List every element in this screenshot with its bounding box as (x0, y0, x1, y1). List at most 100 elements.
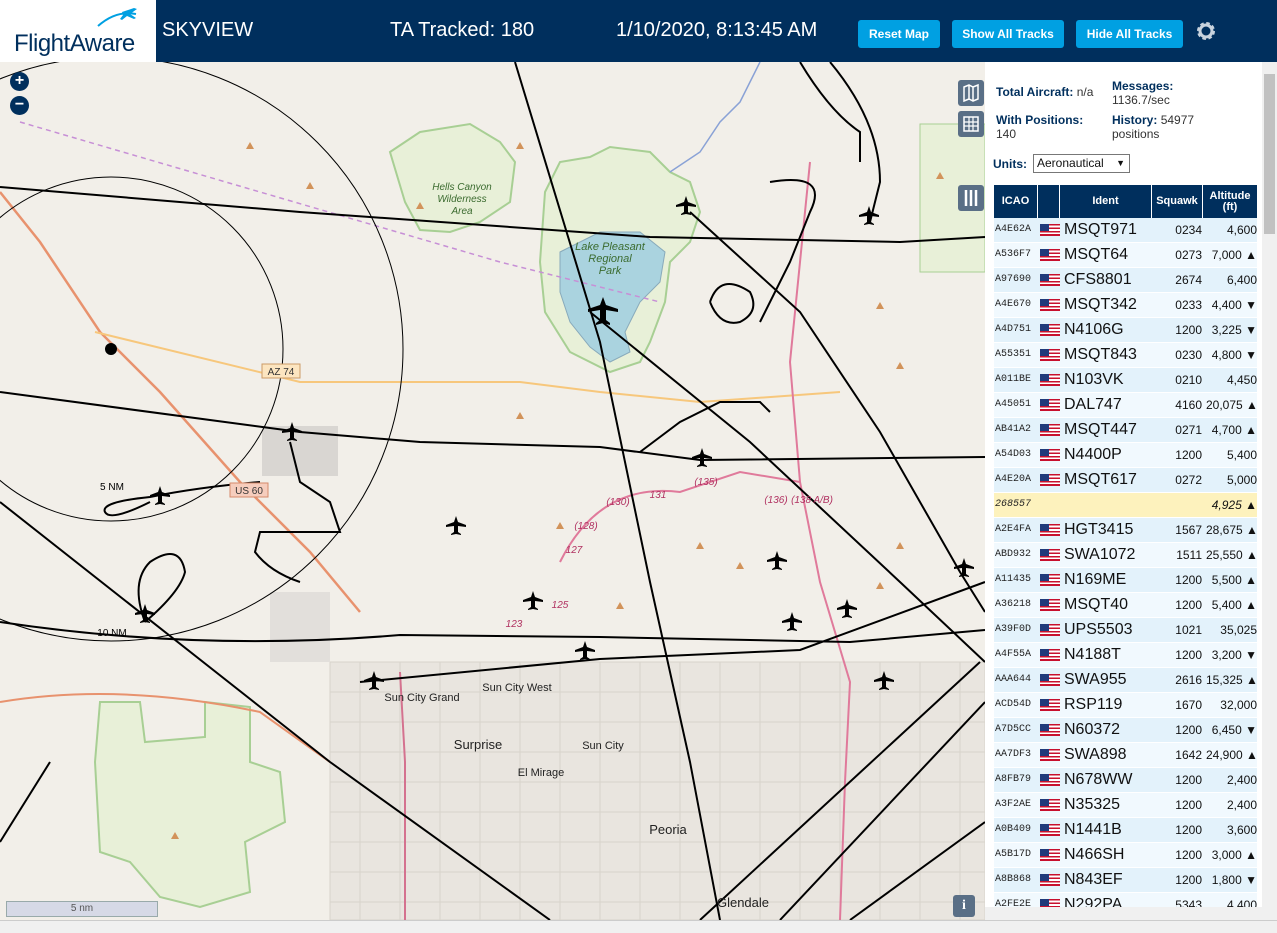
label-hells2: Wilderness (437, 194, 486, 205)
highway-130 (559, 470, 801, 563)
ident-cell (1064, 493, 1152, 517)
grid-icon[interactable] (958, 111, 984, 137)
label-suncitywest: Sun City West (482, 682, 552, 694)
squawk-cell: 2616 (1175, 673, 1202, 687)
table-row[interactable]: A45051 DAL747 4160 20,075 ▲ (994, 393, 1258, 418)
flag-cell (1040, 568, 1060, 592)
table-row[interactable]: A7D5CC N60372 1200 6,450 ▼ (994, 718, 1257, 743)
park-southwest (93, 700, 287, 909)
table-row[interactable]: AA7DF3 SWA898 1642 24,900 ▲ (994, 743, 1258, 768)
map-view[interactable]: Hells Canyon Wilderness Area Lake Pleasa… (0, 62, 985, 920)
table-row[interactable]: A0B409 N1441B 1200 3,600 (994, 818, 1257, 843)
table-row[interactable]: ACD54D RSP119 1670 32,000 (994, 693, 1257, 718)
table-row[interactable]: A8FB79 N678WW 1200 2,400 (994, 768, 1257, 793)
flightaware-logo[interactable]: FlightAware (0, 0, 156, 62)
squawk-cell: 2674 (1175, 273, 1202, 287)
hide-all-tracks-button[interactable]: Hide All Tracks (1076, 20, 1183, 48)
table-row[interactable]: A97690 CFS8801 2674 6,400 (994, 268, 1257, 293)
altitude-cell: 3,000 ▲ (1211, 848, 1257, 862)
scrollbar-thumb[interactable] (1264, 74, 1275, 234)
table-body: A4E62A MSQT971 0234 4,600 A536F7 MSQT64 0273 7,… (994, 218, 1258, 918)
history-value: 54977 (1160, 113, 1195, 127)
squawk-cell: 1200 (1175, 598, 1202, 612)
table-row[interactable]: A4E670 MSQT342 0233 4,400 ▼ (994, 293, 1257, 318)
squawk-cell: 1200 (1175, 723, 1202, 737)
label-us60: US 60 (235, 486, 263, 497)
table-row[interactable]: 268557 4,925 ▲ (994, 493, 1257, 518)
col-squawk[interactable]: Squawk (1152, 185, 1203, 218)
panel-horizontal-scrollbar[interactable] (985, 907, 1262, 920)
us-flag-icon (1040, 749, 1060, 761)
table-row[interactable]: A536F7 MSQT64 0273 7,000 ▲ (994, 243, 1257, 268)
gear-icon[interactable] (1194, 19, 1218, 43)
us-flag-icon (1040, 324, 1060, 336)
us-flag-icon (1040, 799, 1060, 811)
icao-cell: A4E62A (995, 224, 1032, 235)
squawk-cell: 1200 (1175, 798, 1202, 812)
col-altitude[interactable]: Altitude (ft) (1203, 185, 1257, 218)
table-row[interactable]: A011BE N103VK 0210 4,450 (994, 368, 1257, 393)
table-row[interactable]: AAA644 SWA955 2616 15,325 ▲ (994, 668, 1258, 693)
icao-cell: A97690 (995, 274, 1032, 285)
col-ident[interactable]: Ident (1060, 185, 1152, 218)
table-row[interactable]: A11435 N169ME 1200 5,500 ▲ (994, 568, 1257, 593)
label-az74: AZ 74 (268, 367, 295, 378)
tracked-count: TA Tracked: 180 (390, 19, 535, 41)
icao-cell: A55351 (995, 349, 1032, 360)
table-row[interactable]: A3F2AE N35325 1200 2,400 (994, 793, 1257, 818)
altitude-cell: 24,900 ▲ (1206, 748, 1258, 762)
columns-toggle-icon[interactable] (958, 185, 984, 211)
info-icon[interactable]: i (953, 895, 975, 917)
map-layers-icon[interactable] (958, 80, 984, 106)
altitude-cell: 4,450 (1226, 373, 1257, 387)
icao-cell: A11435 (995, 574, 1032, 585)
zoom-out-button[interactable]: − (10, 96, 29, 115)
altitude-cell: 25,550 ▲ (1206, 548, 1258, 562)
flag-cell (1040, 793, 1060, 817)
reset-map-button[interactable]: Reset Map (858, 20, 940, 48)
table-row[interactable]: A54D03 N4400P 1200 5,400 (994, 443, 1257, 468)
table-row[interactable]: A5B17D N466SH 1200 3,000 ▲ (994, 843, 1257, 868)
table-row[interactable]: A4F55A N4188T 1200 3,200 ▼ (994, 643, 1257, 668)
airplane-logo-icon (97, 8, 137, 27)
icao-cell: ACD54D (995, 699, 1032, 710)
altitude-cell: 32,000 (1220, 698, 1257, 712)
units-select[interactable]: Aeronautical ▼ (1033, 154, 1130, 173)
ident-cell: N843EF (1064, 871, 1123, 888)
show-all-tracks-button[interactable]: Show All Tracks (952, 20, 1064, 48)
icao-cell: A39F0D (995, 624, 1032, 635)
table-row[interactable]: A55351 MSQT843 0230 4,800 ▼ (994, 343, 1257, 368)
table-row[interactable]: A4E20A MSQT617 0272 5,000 (994, 468, 1257, 493)
flag-cell (1040, 543, 1060, 567)
table-row[interactable]: A8B868 N843EF 1200 1,800 ▼ (994, 868, 1257, 893)
altitude-cell: 5,500 ▲ (1211, 573, 1257, 587)
table-row[interactable]: A4E62A MSQT971 0234 4,600 (994, 218, 1257, 243)
altitude-cell: 3,600 (1226, 823, 1257, 837)
table-row[interactable]: A36218 MSQT40 1200 5,400 ▲ (994, 593, 1257, 618)
table-row[interactable]: AB41A2 MSQT447 0271 4,700 ▲ (994, 418, 1257, 443)
panel-scrollbar[interactable] (1262, 62, 1277, 920)
bottom-bar (0, 920, 1277, 933)
table-row[interactable]: A2E4FA HGT3415 1567 28,675 ▲ (994, 518, 1258, 543)
ident-cell: N60372 (1064, 721, 1121, 738)
chevron-down-icon: ▼ (1116, 158, 1125, 168)
us-flag-icon (1040, 224, 1060, 236)
us-flag-icon (1040, 574, 1060, 586)
ident-cell: N4106G (1064, 321, 1124, 338)
squawk-cell: 4160 (1175, 398, 1202, 412)
zoom-in-button[interactable]: + (10, 72, 29, 91)
with-positions-label: With Positions: (996, 113, 1084, 127)
col-icao[interactable]: ICAO (994, 185, 1038, 218)
range-ring-10nm (0, 62, 404, 642)
table-row[interactable]: A39F0D UPS5503 1021 35,025 (994, 618, 1257, 643)
altitude-cell: 4,600 (1226, 223, 1257, 237)
ident-cell: MSQT843 (1064, 346, 1137, 363)
squawk-cell: 1200 (1175, 648, 1202, 662)
us-flag-icon (1040, 599, 1060, 611)
flag-cell (1040, 818, 1060, 842)
squawk-cell: 1200 (1175, 873, 1202, 887)
icao-cell: A7D5CC (995, 724, 1032, 735)
table-row[interactable]: ABD932 SWA1072 1511 25,550 ▲ (994, 543, 1258, 568)
squawk-cell: 1200 (1175, 848, 1202, 862)
table-row[interactable]: A4D751 N4106G 1200 3,225 ▼ (994, 318, 1257, 343)
